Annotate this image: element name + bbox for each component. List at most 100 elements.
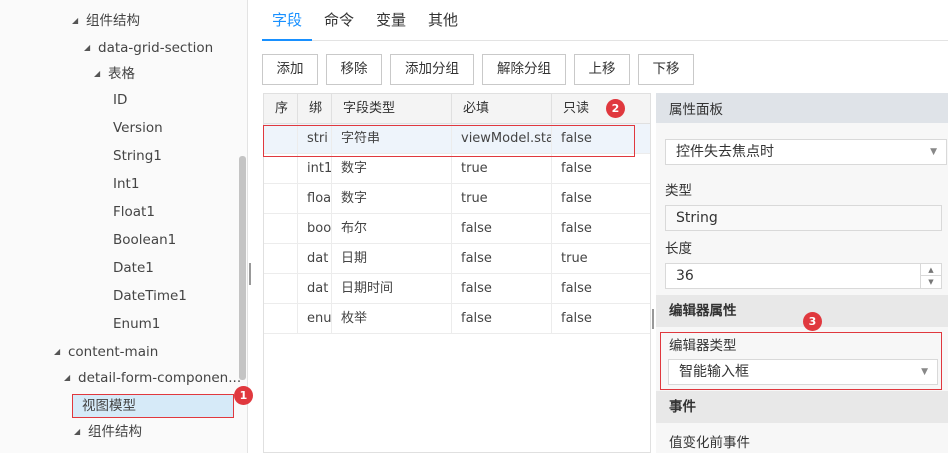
tree-node-int1[interactable]: Int1 [113, 172, 139, 196]
stepper-down-icon[interactable]: ▼ [921, 276, 941, 288]
tab-fields[interactable]: 字段 [262, 10, 313, 41]
add-group-button[interactable]: 添加分组 [390, 54, 474, 85]
cell-readonly[interactable]: false [552, 214, 650, 244]
table-row[interactable]: floa 数字 true false [264, 184, 650, 214]
tree-node-content-main[interactable]: ◢ content-main [54, 340, 158, 364]
table-row[interactable]: dat 日期时间 false false [264, 274, 650, 304]
update-mode-select[interactable]: 控件失去焦点时 ▼ [665, 139, 947, 165]
table-row[interactable]: boo 布尔 false false [264, 214, 650, 244]
editor-properties-section[interactable]: 编辑器属性 [656, 295, 948, 327]
cell-required[interactable]: viewModel.sta [452, 124, 552, 154]
cell-binding[interactable]: dat [298, 244, 332, 274]
cell-required[interactable]: false [452, 274, 552, 304]
expand-caret-icon[interactable]: ◢ [64, 366, 78, 390]
cell-readonly[interactable]: false [552, 274, 650, 304]
tree-node-data-grid-section[interactable]: ◢ data-grid-section [84, 36, 213, 60]
cell-seq[interactable] [264, 214, 298, 244]
cell-field-type[interactable]: 日期时间 [332, 274, 452, 304]
tree-node-component-structure[interactable]: ◢ 组件结构 [72, 9, 140, 33]
cell-binding[interactable]: int1 [298, 154, 332, 184]
tree-node-detail-form[interactable]: ◢ detail-form-componen... [64, 366, 241, 390]
table-row[interactable]: dat 日期 false true [264, 244, 650, 274]
cell-seq[interactable] [264, 304, 298, 334]
tree-node-datetime1[interactable]: DateTime1 [113, 284, 187, 308]
col-header-field-type[interactable]: 字段类型 [332, 94, 452, 124]
tree-scrollbar[interactable] [239, 156, 246, 380]
cell-binding[interactable]: dat [298, 274, 332, 304]
tree-node-label: 表格 [108, 66, 135, 82]
events-section[interactable]: 事件 [656, 391, 948, 423]
tree-splitter-handle[interactable] [249, 263, 251, 285]
add-button[interactable]: 添加 [262, 54, 318, 85]
field-grid: 序 绑 字段类型 必填 只读 stri 字符串 viewModel.sta false… [263, 93, 651, 453]
remove-button[interactable]: 移除 [326, 54, 382, 85]
cell-field-type[interactable]: 枚举 [332, 304, 452, 334]
cell-field-type[interactable]: 数字 [332, 154, 452, 184]
length-label: 长度 [665, 241, 692, 257]
cell-required[interactable]: false [452, 214, 552, 244]
col-header-required[interactable]: 必填 [452, 94, 552, 124]
tree-node-version[interactable]: Version [113, 116, 163, 140]
tree-node-label: Enum1 [113, 316, 161, 332]
col-header-binding[interactable]: 绑 [298, 94, 332, 124]
tree-node-component-structure-2[interactable]: ◢ 组件结构 [74, 420, 142, 444]
col-header-seq[interactable]: 序 [264, 94, 298, 124]
cell-seq[interactable] [264, 184, 298, 214]
expand-caret-icon[interactable]: ◢ [72, 9, 86, 33]
grid-splitter-handle[interactable] [652, 309, 654, 329]
tree-node-float1[interactable]: Float1 [113, 200, 155, 224]
expand-caret-icon[interactable]: ◢ [84, 36, 98, 60]
cell-field-type[interactable]: 布尔 [332, 214, 452, 244]
cell-readonly[interactable]: false [552, 154, 650, 184]
tab-commands[interactable]: 命令 [324, 10, 354, 41]
cell-binding[interactable]: boo [298, 214, 332, 244]
cell-required[interactable]: true [452, 154, 552, 184]
length-field[interactable]: 36 ▲ ▼ [665, 263, 942, 289]
callout-badge-1: 1 [234, 386, 253, 405]
editor-type-select[interactable]: 智能输入框 ▼ [668, 359, 938, 385]
cell-binding[interactable]: stri [298, 124, 332, 154]
tree-node-table[interactable]: ◢ 表格 [94, 62, 135, 86]
col-header-readonly[interactable]: 只读 [552, 94, 650, 124]
property-panel: 属性面板 控件失去焦点时 ▼ 类型 String 长度 36 ▲ ▼ 编辑器属性… [656, 93, 948, 453]
callout-badge-3: 3 [803, 312, 822, 331]
move-up-button[interactable]: 上移 [574, 54, 630, 85]
tree-node-label: 视图模型 [82, 398, 136, 414]
table-row[interactable]: enu 枚举 false false [264, 304, 650, 334]
cell-readonly[interactable]: true [552, 244, 650, 274]
expand-caret-icon[interactable]: ◢ [74, 420, 88, 444]
tree-node-boolean1[interactable]: Boolean1 [113, 228, 176, 252]
cell-readonly[interactable]: false [552, 184, 650, 214]
table-row[interactable]: stri 字符串 viewModel.sta false [264, 124, 650, 154]
tree-node-string1[interactable]: String1 [113, 144, 162, 168]
cell-field-type[interactable]: 字符串 [332, 124, 452, 154]
cell-seq[interactable] [264, 274, 298, 304]
tree-node-date1[interactable]: Date1 [113, 256, 154, 280]
cell-required[interactable]: false [452, 244, 552, 274]
stepper-up-icon[interactable]: ▲ [921, 264, 941, 276]
cell-required[interactable]: true [452, 184, 552, 214]
tab-variables[interactable]: 变量 [376, 10, 406, 41]
type-field[interactable]: String [665, 205, 942, 231]
cell-readonly[interactable]: false [552, 304, 650, 334]
cell-field-type[interactable]: 数字 [332, 184, 452, 214]
tree-node-view-model[interactable]: 视图模型 [72, 394, 234, 418]
cell-field-type[interactable]: 日期 [332, 244, 452, 274]
cell-seq[interactable] [264, 154, 298, 184]
expand-caret-icon[interactable]: ◢ [54, 340, 68, 364]
cell-seq[interactable] [264, 244, 298, 274]
table-row[interactable]: int1 数字 true false [264, 154, 650, 184]
expand-caret-icon[interactable]: ◢ [94, 62, 108, 86]
ungroup-button[interactable]: 解除分组 [482, 54, 566, 85]
cell-seq[interactable] [264, 124, 298, 154]
tab-other[interactable]: 其他 [428, 10, 458, 41]
tree-node-label: Date1 [113, 260, 154, 276]
cell-required[interactable]: false [452, 304, 552, 334]
cell-binding[interactable]: floa [298, 184, 332, 214]
cell-readonly[interactable]: false [552, 124, 650, 154]
tree-node-id[interactable]: ID [113, 88, 127, 112]
cell-binding[interactable]: enu [298, 304, 332, 334]
tree-node-enum1[interactable]: Enum1 [113, 312, 160, 336]
move-down-button[interactable]: 下移 [638, 54, 694, 85]
length-stepper[interactable]: ▲ ▼ [920, 264, 941, 288]
